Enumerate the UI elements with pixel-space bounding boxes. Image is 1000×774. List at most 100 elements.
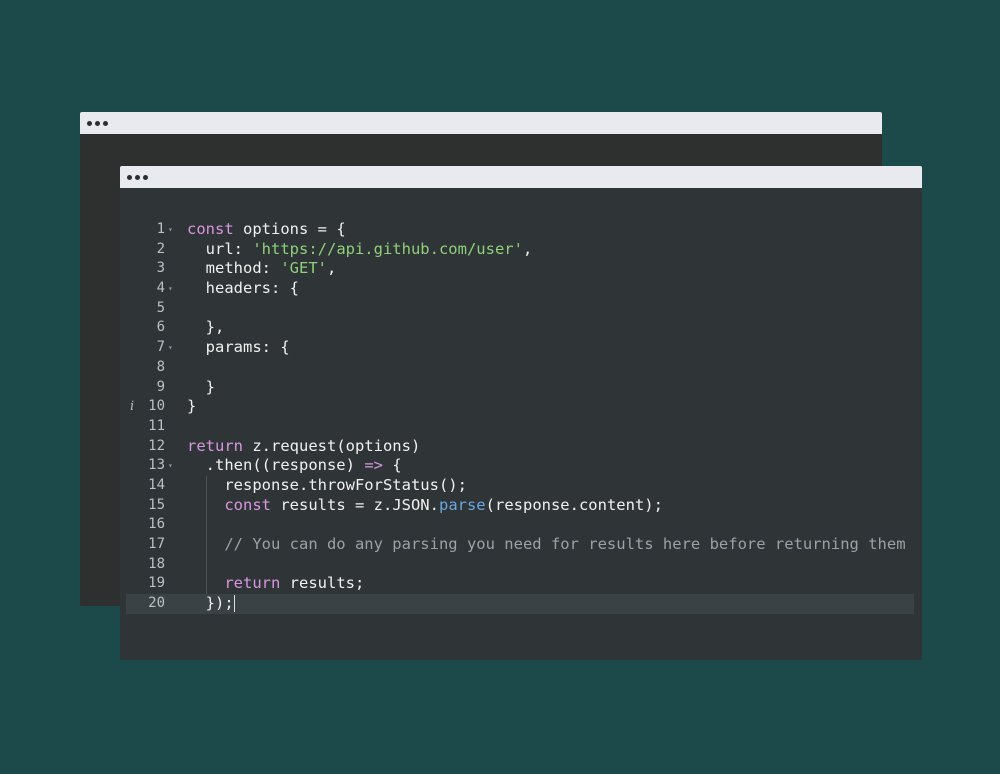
code-token: return xyxy=(224,574,281,593)
code-editor[interactable]: 1 ▾ const options = {2 url: 'https://api.g… xyxy=(120,220,922,614)
background-window-titlebar[interactable] xyxy=(80,112,882,134)
window-dot-icon[interactable] xyxy=(127,174,132,180)
window-dot-icon[interactable] xyxy=(87,120,92,126)
code-line[interactable]: 11 xyxy=(120,417,922,437)
line-number: 7 xyxy=(156,339,165,356)
code-token: => xyxy=(364,456,383,475)
code-text: response.throwForStatus(); xyxy=(187,476,467,496)
code-line[interactable]: 17 // You can do any parsing you need fo… xyxy=(120,535,922,555)
code-line[interactable]: 7 ▾ params: { xyxy=(120,338,922,358)
code-token: }); xyxy=(187,594,234,613)
indent-guide xyxy=(206,554,207,575)
window-dot-icon[interactable] xyxy=(135,174,140,180)
code-token: results; xyxy=(280,574,365,593)
code-token: z.request(options) xyxy=(243,436,421,455)
code-line[interactable]: 20 }); xyxy=(126,594,914,614)
code-token: return xyxy=(187,436,243,455)
code-text: } xyxy=(187,378,215,398)
code-line[interactable]: i 10} xyxy=(120,397,922,417)
code-text: .then((response) => { xyxy=(187,456,402,476)
code-line[interactable]: 14 response.throwForStatus(); xyxy=(120,475,922,496)
code-text: headers: { xyxy=(187,279,299,299)
code-token: .then((response) xyxy=(187,456,365,475)
line-number: 13 xyxy=(148,457,165,474)
code-line[interactable]: 6 }, xyxy=(120,318,922,338)
code-line[interactable]: 3 method: 'GET', xyxy=(120,259,922,279)
info-icon[interactable]: i xyxy=(130,397,140,417)
code-text: const options = { xyxy=(187,220,346,240)
code-text: }); xyxy=(187,594,235,614)
line-number: 9 xyxy=(156,378,165,395)
code-token: }, xyxy=(187,318,225,337)
code-token: headers: { xyxy=(187,279,299,298)
code-token: response.throwForStatus(); xyxy=(187,475,467,494)
line-number: 19 xyxy=(148,575,165,592)
line-number: 20 xyxy=(148,595,165,612)
fold-chevron-icon[interactable]: ▾ xyxy=(168,338,178,358)
editor-window-titlebar[interactable] xyxy=(120,166,922,188)
code-line[interactable]: 2 url: 'https://api.github.com/user', xyxy=(120,240,922,260)
window-dot-icon[interactable] xyxy=(143,174,148,180)
line-number: 16 xyxy=(148,516,165,533)
line-number: 2 xyxy=(156,240,165,257)
code-token: // You can do any parsing you need for r… xyxy=(187,535,906,553)
line-number: 10 xyxy=(148,398,165,415)
code-line[interactable]: 8 xyxy=(120,358,922,378)
indent-guide xyxy=(206,535,207,555)
code-line[interactable]: 9 } xyxy=(120,378,922,398)
code-text: return z.request(options) xyxy=(187,437,420,457)
indent-guide xyxy=(206,574,207,595)
code-line[interactable]: 1 ▾ const options = { xyxy=(120,220,922,240)
code-token: params: { xyxy=(187,338,290,357)
indent-guide xyxy=(206,475,207,496)
code-line[interactable]: 15 const results = z.JSON.parse(response… xyxy=(120,495,922,516)
indent-guide xyxy=(206,495,207,516)
code-line[interactable]: 4 ▾ headers: { xyxy=(120,279,922,299)
code-editor-window: 1 ▾ const options = {2 url: 'https://api.g… xyxy=(120,166,922,660)
code-line[interactable]: 16 xyxy=(120,515,922,535)
code-token: , xyxy=(327,259,337,278)
code-token: , xyxy=(522,239,533,258)
line-number: 8 xyxy=(156,358,165,375)
line-number: 4 xyxy=(156,280,165,297)
window-dot-icon[interactable] xyxy=(103,120,108,126)
code-token: options = { xyxy=(233,220,346,238)
code-line[interactable]: 18 xyxy=(120,554,922,575)
indent-guide xyxy=(206,515,207,535)
code-text: const results = z.JSON.parse(response.co… xyxy=(187,496,663,516)
code-token: const xyxy=(224,495,271,514)
code-line[interactable]: 19 return results; xyxy=(120,574,922,595)
fold-chevron-icon[interactable]: ▾ xyxy=(168,456,178,476)
code-token: (response.content); xyxy=(485,495,663,514)
line-number: 5 xyxy=(156,299,165,316)
line-number: 17 xyxy=(148,536,165,552)
code-token: 'GET' xyxy=(280,259,327,278)
code-token: method: xyxy=(187,259,281,278)
fold-chevron-icon[interactable]: ▾ xyxy=(168,220,178,240)
line-number: 1 xyxy=(156,221,165,237)
code-token: results = z.JSON. xyxy=(271,495,439,514)
line-number: 11 xyxy=(148,417,165,434)
code-text: // You can do any parsing you need for r… xyxy=(187,535,906,555)
line-number: 15 xyxy=(148,496,165,513)
code-token: 'https://api.github.com/user' xyxy=(252,239,523,258)
code-line[interactable]: 5 xyxy=(120,299,922,319)
code-text: params: { xyxy=(187,338,290,358)
code-text: method: 'GET', xyxy=(187,259,337,279)
code-text: return results; xyxy=(187,574,364,594)
code-token: const xyxy=(187,220,234,238)
code-token: { xyxy=(382,456,402,475)
text-cursor xyxy=(233,595,235,613)
line-number: 6 xyxy=(156,319,165,336)
code-token: url: xyxy=(187,239,253,258)
fold-chevron-icon[interactable]: ▾ xyxy=(168,279,178,299)
line-number: 14 xyxy=(148,476,165,493)
code-token: } xyxy=(187,397,197,416)
code-line[interactable]: 13 ▾ .then((response) => { xyxy=(120,456,922,476)
code-text: } xyxy=(187,397,196,417)
code-token: parse xyxy=(438,495,486,514)
code-line[interactable]: 12 return z.request(options) xyxy=(120,437,922,457)
window-dot-icon[interactable] xyxy=(95,120,100,126)
code-text: }, xyxy=(187,318,225,338)
code-token: } xyxy=(187,377,215,396)
